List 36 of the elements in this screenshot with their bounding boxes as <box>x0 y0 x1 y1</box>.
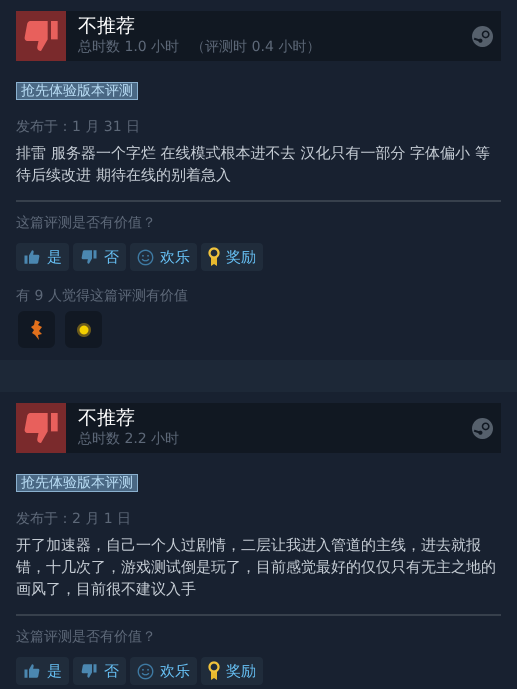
glowing-orb-icon <box>76 322 92 338</box>
steam-logo-icon <box>472 418 493 438</box>
playtime-text: 总时数 1.0 小时 <box>78 38 180 57</box>
review-text: 开了加速器，自己一个人过剧情，二层让我进入管道的主线，进去就报错，十几次了，游戏测试倒是玩了，目前感觉最好的仅仅只有无主之地的画风了，目前很不建议入手 <box>16 535 497 600</box>
early-access-tag: 抢先体验版本评测 <box>16 474 138 492</box>
award-tile[interactable] <box>18 311 55 348</box>
smiley-icon <box>137 248 154 266</box>
thumbs-down-icon <box>80 248 98 266</box>
helpful-question: 这篇评测是否有价值？ <box>16 214 157 232</box>
vote-button[interactable]: 是 <box>16 657 69 685</box>
vote-button[interactable]: 奖励 <box>201 657 263 685</box>
verdict-title: 不推荐 <box>78 407 136 429</box>
steam-logo-icon <box>472 26 493 46</box>
vote-button[interactable]: 欢乐 <box>130 657 197 685</box>
award-tile[interactable] <box>65 311 102 348</box>
ribbon-medal-icon <box>208 661 220 681</box>
thumbs-up-icon <box>23 248 41 266</box>
early-access-tag: 抢先体验版本评测 <box>16 82 138 100</box>
vote-button[interactable]: 奖励 <box>201 243 263 271</box>
posted-date: 发布于：1 月 31 日 <box>16 118 142 136</box>
playtime-text: 总时数 2.2 小时 <box>78 430 180 449</box>
vote-button[interactable]: 欢乐 <box>130 243 197 271</box>
thumbs-up-icon <box>23 662 41 680</box>
thumbs-down-icon <box>80 662 98 680</box>
flame-figure-icon <box>30 318 44 340</box>
playtime-at-review: （评测时 0.4 小时） <box>191 38 320 57</box>
vote-button[interactable]: 否 <box>73 657 126 685</box>
vote-button[interactable]: 否 <box>73 243 126 271</box>
ribbon-medal-icon <box>208 247 220 267</box>
posted-date: 发布于：2 月 1 日 <box>16 510 132 528</box>
helpful-count: 有 9 人觉得这篇评测有价值 <box>16 287 189 305</box>
helpful-question: 这篇评测是否有价值？ <box>16 628 157 646</box>
verdict-title: 不推荐 <box>78 15 136 37</box>
smiley-icon <box>137 662 154 680</box>
vote-button[interactable]: 是 <box>16 243 69 271</box>
review-text: 排雷 服务器一个字烂 在线模式根本进不去 汉化只有一部分 字体偏小 等待后续改进 期待在线的别着急入 <box>16 143 491 186</box>
